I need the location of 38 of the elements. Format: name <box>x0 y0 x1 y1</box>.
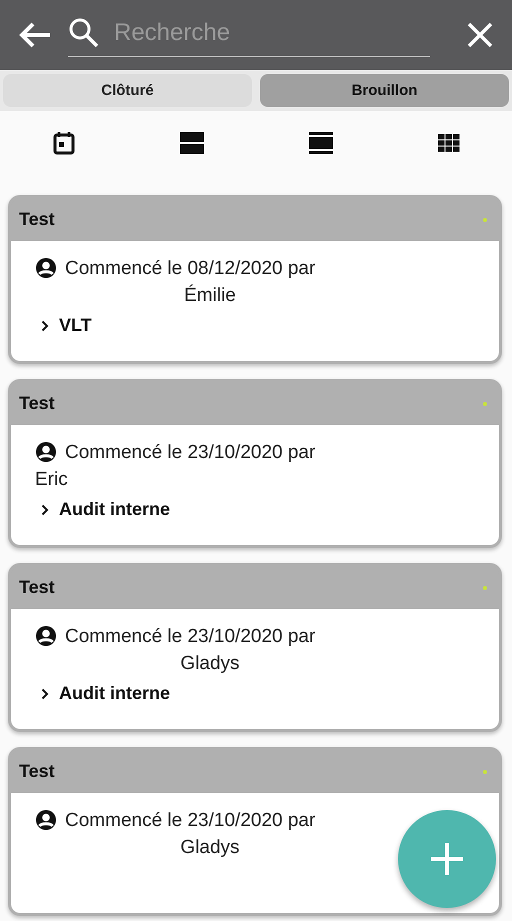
author-name: Émilie <box>184 284 236 308</box>
chevron-icon <box>41 504 49 516</box>
started-text: Commencé le 23/10/2020 par <box>65 441 316 465</box>
started-text: Commencé le 23/10/2020 par <box>65 625 316 649</box>
card-title: Test <box>19 209 55 230</box>
category-label: Audit interne <box>59 683 170 704</box>
draft-card[interactable]: Test Commencé le 08/12/2020 par Émilie VLT <box>8 195 502 364</box>
card-view-icon[interactable] <box>180 132 204 154</box>
card-title: Test <box>19 577 55 598</box>
search-field[interactable]: Recherche <box>112 18 430 48</box>
card-title: Test <box>19 761 55 782</box>
category-label: Audit interne <box>59 499 170 520</box>
back-arrow-icon[interactable] <box>18 21 52 49</box>
calendar-icon[interactable] <box>52 131 74 155</box>
account-icon <box>35 257 57 279</box>
search-icon <box>68 16 100 48</box>
close-icon[interactable] <box>466 21 494 49</box>
card-title: Test <box>19 393 55 414</box>
account-icon <box>35 625 57 647</box>
started-text: Commencé le 23/10/2020 par <box>65 809 316 833</box>
author-name: Gladys <box>180 652 240 676</box>
author-name: Eric <box>35 468 68 492</box>
author-name: Gladys <box>180 836 240 860</box>
draft-card[interactable]: Test Commencé le 23/10/2020 par Gladys <box>8 747 502 916</box>
account-icon <box>35 441 57 463</box>
search-bar[interactable]: Recherche <box>68 13 430 57</box>
category-label: VLT <box>59 315 92 336</box>
account-icon <box>35 809 57 831</box>
draft-card[interactable]: Test Commencé le 23/10/2020 par Gladys Audit interne <box>8 563 502 732</box>
tab[interactable]: Clôturé <box>3 74 252 107</box>
list-view-icon[interactable] <box>308 132 332 154</box>
started-text: Commencé le 08/12/2020 par <box>65 257 316 281</box>
chevron-icon <box>41 320 49 332</box>
draft-card[interactable]: Test Commencé le 23/10/2020 par Eric Audit interne <box>8 379 502 548</box>
tab[interactable]: Brouillon <box>260 74 509 107</box>
plus-icon <box>429 841 465 877</box>
chevron-icon <box>41 688 49 700</box>
grid-view-icon[interactable] <box>438 134 460 152</box>
